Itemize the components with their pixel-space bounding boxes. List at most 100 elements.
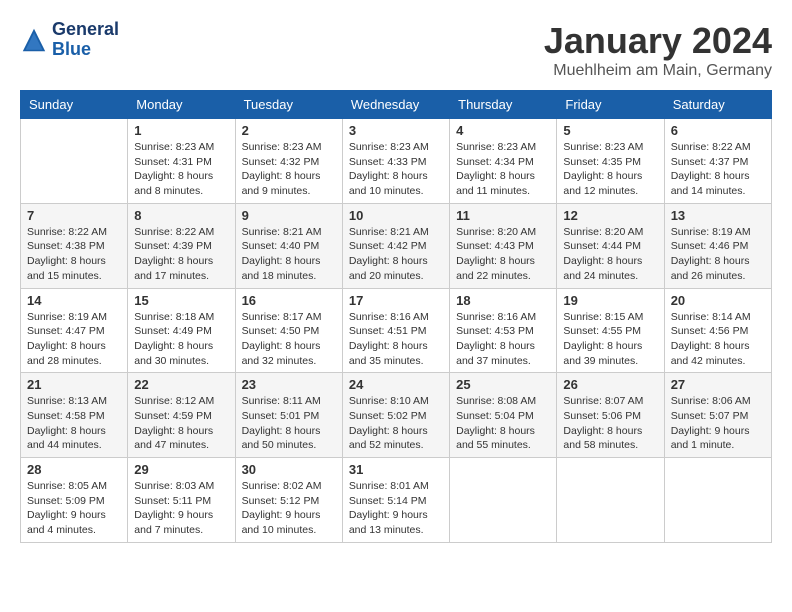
day-number: 31 — [349, 462, 443, 477]
day-number: 17 — [349, 293, 443, 308]
calendar-cell — [21, 119, 128, 204]
calendar-cell: 10 Sunrise: 8:21 AM Sunset: 4:42 PM Dayli… — [342, 203, 449, 288]
calendar-cell: 11 Sunrise: 8:20 AM Sunset: 4:43 PM Dayli… — [450, 203, 557, 288]
calendar-cell: 22Sunrise: 8:12 AM Sunset: 4:59 PM Dayli… — [128, 373, 235, 458]
calendar-cell: 27 Sunrise: 8:06 AM Sunset: 5:07 PM Dayli… — [664, 373, 771, 458]
day-number: 26 — [563, 377, 657, 392]
day-info: Sunrise: 8:13 AM Sunset: 4:58 PM Dayligh… — [27, 394, 121, 453]
logo-line1: General — [52, 20, 119, 40]
calendar-cell — [664, 458, 771, 543]
page-header: General Blue January 2024 Muehlheim am M… — [20, 20, 772, 80]
calendar-cell: 31Sunrise: 8:01 AM Sunset: 5:14 PM Dayli… — [342, 458, 449, 543]
day-info: Sunrise: 8:20 AM Sunset: 4:43 PM Dayligh… — [456, 225, 550, 284]
day-number: 28 — [27, 462, 121, 477]
weekday-header-monday: Monday — [128, 91, 235, 119]
weekday-header-tuesday: Tuesday — [235, 91, 342, 119]
calendar-cell: 16 Sunrise: 8:17 AM Sunset: 4:50 PM Dayli… — [235, 288, 342, 373]
day-info: Sunrise: 8:20 AM Sunset: 4:44 PM Dayligh… — [563, 225, 657, 284]
day-info: Sunrise: 8:22 AM Sunset: 4:38 PM Dayligh… — [27, 225, 121, 284]
calendar-cell: 26 Sunrise: 8:07 AM Sunset: 5:06 PM Dayli… — [557, 373, 664, 458]
calendar-cell — [557, 458, 664, 543]
weekday-header-wednesday: Wednesday — [342, 91, 449, 119]
calendar-cell: 28Sunrise: 8:05 AM Sunset: 5:09 PM Dayli… — [21, 458, 128, 543]
calendar-cell: 14Sunrise: 8:19 AM Sunset: 4:47 PM Dayli… — [21, 288, 128, 373]
title-block: January 2024 Muehlheim am Main, Germany — [544, 20, 772, 80]
day-number: 21 — [27, 377, 121, 392]
day-info: Sunrise: 8:16 AM Sunset: 4:53 PM Dayligh… — [456, 310, 550, 369]
day-number: 30 — [242, 462, 336, 477]
calendar-cell: 12 Sunrise: 8:20 AM Sunset: 4:44 PM Dayli… — [557, 203, 664, 288]
calendar-cell: 9Sunrise: 8:21 AM Sunset: 4:40 PM Daylig… — [235, 203, 342, 288]
day-number: 27 — [671, 377, 765, 392]
day-number: 14 — [27, 293, 121, 308]
calendar-cell: 21 Sunrise: 8:13 AM Sunset: 4:58 PM Dayli… — [21, 373, 128, 458]
calendar-cell: 17 Sunrise: 8:16 AM Sunset: 4:51 PM Dayli… — [342, 288, 449, 373]
day-number: 13 — [671, 208, 765, 223]
calendar-cell: 8Sunrise: 8:22 AM Sunset: 4:39 PM Daylig… — [128, 203, 235, 288]
calendar-cell: 5Sunrise: 8:23 AM Sunset: 4:35 PM Daylig… — [557, 119, 664, 204]
day-number: 3 — [349, 123, 443, 138]
calendar-cell: 13 Sunrise: 8:19 AM Sunset: 4:46 PM Dayli… — [664, 203, 771, 288]
calendar-cell: 3Sunrise: 8:23 AM Sunset: 4:33 PM Daylig… — [342, 119, 449, 204]
weekday-header-sunday: Sunday — [21, 91, 128, 119]
calendar-week-row: 7 Sunrise: 8:22 AM Sunset: 4:38 PM Daylig… — [21, 203, 772, 288]
day-number: 7 — [27, 208, 121, 223]
day-info: Sunrise: 8:22 AM Sunset: 4:37 PM Dayligh… — [671, 140, 765, 199]
day-info: Sunrise: 8:11 AM Sunset: 5:01 PM Dayligh… — [242, 394, 336, 453]
day-info: Sunrise: 8:10 AM Sunset: 5:02 PM Dayligh… — [349, 394, 443, 453]
calendar-cell: 6 Sunrise: 8:22 AM Sunset: 4:37 PM Daylig… — [664, 119, 771, 204]
day-number: 16 — [242, 293, 336, 308]
calendar-cell: 15 Sunrise: 8:18 AM Sunset: 4:49 PM Dayli… — [128, 288, 235, 373]
day-info: Sunrise: 8:12 AM Sunset: 4:59 PM Dayligh… — [134, 394, 228, 453]
day-info: Sunrise: 8:21 AM Sunset: 4:42 PM Dayligh… — [349, 225, 443, 284]
day-info: Sunrise: 8:19 AM Sunset: 4:46 PM Dayligh… — [671, 225, 765, 284]
day-info: Sunrise: 8:21 AM Sunset: 4:40 PM Dayligh… — [242, 225, 336, 284]
day-info: Sunrise: 8:16 AM Sunset: 4:51 PM Dayligh… — [349, 310, 443, 369]
logo-text: General Blue — [52, 20, 119, 60]
day-number: 10 — [349, 208, 443, 223]
calendar-cell: 7 Sunrise: 8:22 AM Sunset: 4:38 PM Daylig… — [21, 203, 128, 288]
day-number: 29 — [134, 462, 228, 477]
day-info: Sunrise: 8:18 AM Sunset: 4:49 PM Dayligh… — [134, 310, 228, 369]
calendar-table: SundayMondayTuesdayWednesdayThursdayFrid… — [20, 90, 772, 543]
day-info: Sunrise: 8:08 AM Sunset: 5:04 PM Dayligh… — [456, 394, 550, 453]
day-number: 18 — [456, 293, 550, 308]
calendar-week-row: 1Sunrise: 8:23 AM Sunset: 4:31 PM Daylig… — [21, 119, 772, 204]
day-number: 5 — [563, 123, 657, 138]
calendar-cell: 24 Sunrise: 8:10 AM Sunset: 5:02 PM Dayli… — [342, 373, 449, 458]
day-number: 20 — [671, 293, 765, 308]
day-number: 15 — [134, 293, 228, 308]
calendar-cell — [450, 458, 557, 543]
day-number: 23 — [242, 377, 336, 392]
calendar-cell: 18 Sunrise: 8:16 AM Sunset: 4:53 PM Dayli… — [450, 288, 557, 373]
calendar-cell: 30 Sunrise: 8:02 AM Sunset: 5:12 PM Dayli… — [235, 458, 342, 543]
day-number: 12 — [563, 208, 657, 223]
calendar-week-row: 21 Sunrise: 8:13 AM Sunset: 4:58 PM Dayli… — [21, 373, 772, 458]
month-title: January 2024 — [544, 20, 772, 62]
day-number: 6 — [671, 123, 765, 138]
location-title: Muehlheim am Main, Germany — [544, 62, 772, 80]
logo: General Blue — [20, 20, 119, 60]
day-info: Sunrise: 8:03 AM Sunset: 5:11 PM Dayligh… — [134, 479, 228, 538]
logo-line2: Blue — [52, 40, 119, 60]
day-info: Sunrise: 8:07 AM Sunset: 5:06 PM Dayligh… — [563, 394, 657, 453]
logo-icon — [20, 26, 48, 54]
calendar-cell: 19Sunrise: 8:15 AM Sunset: 4:55 PM Dayli… — [557, 288, 664, 373]
day-number: 19 — [563, 293, 657, 308]
day-number: 25 — [456, 377, 550, 392]
day-number: 11 — [456, 208, 550, 223]
day-info: Sunrise: 8:23 AM Sunset: 4:31 PM Dayligh… — [134, 140, 228, 199]
day-info: Sunrise: 8:14 AM Sunset: 4:56 PM Dayligh… — [671, 310, 765, 369]
calendar-cell: 2 Sunrise: 8:23 AM Sunset: 4:32 PM Daylig… — [235, 119, 342, 204]
day-number: 8 — [134, 208, 228, 223]
weekday-header-thursday: Thursday — [450, 91, 557, 119]
calendar-cell: 25 Sunrise: 8:08 AM Sunset: 5:04 PM Dayli… — [450, 373, 557, 458]
day-number: 2 — [242, 123, 336, 138]
day-number: 24 — [349, 377, 443, 392]
day-info: Sunrise: 8:02 AM Sunset: 5:12 PM Dayligh… — [242, 479, 336, 538]
calendar-week-row: 28Sunrise: 8:05 AM Sunset: 5:09 PM Dayli… — [21, 458, 772, 543]
day-info: Sunrise: 8:06 AM Sunset: 5:07 PM Dayligh… — [671, 394, 765, 453]
day-info: Sunrise: 8:17 AM Sunset: 4:50 PM Dayligh… — [242, 310, 336, 369]
day-info: Sunrise: 8:23 AM Sunset: 4:32 PM Dayligh… — [242, 140, 336, 199]
calendar-week-row: 14Sunrise: 8:19 AM Sunset: 4:47 PM Dayli… — [21, 288, 772, 373]
